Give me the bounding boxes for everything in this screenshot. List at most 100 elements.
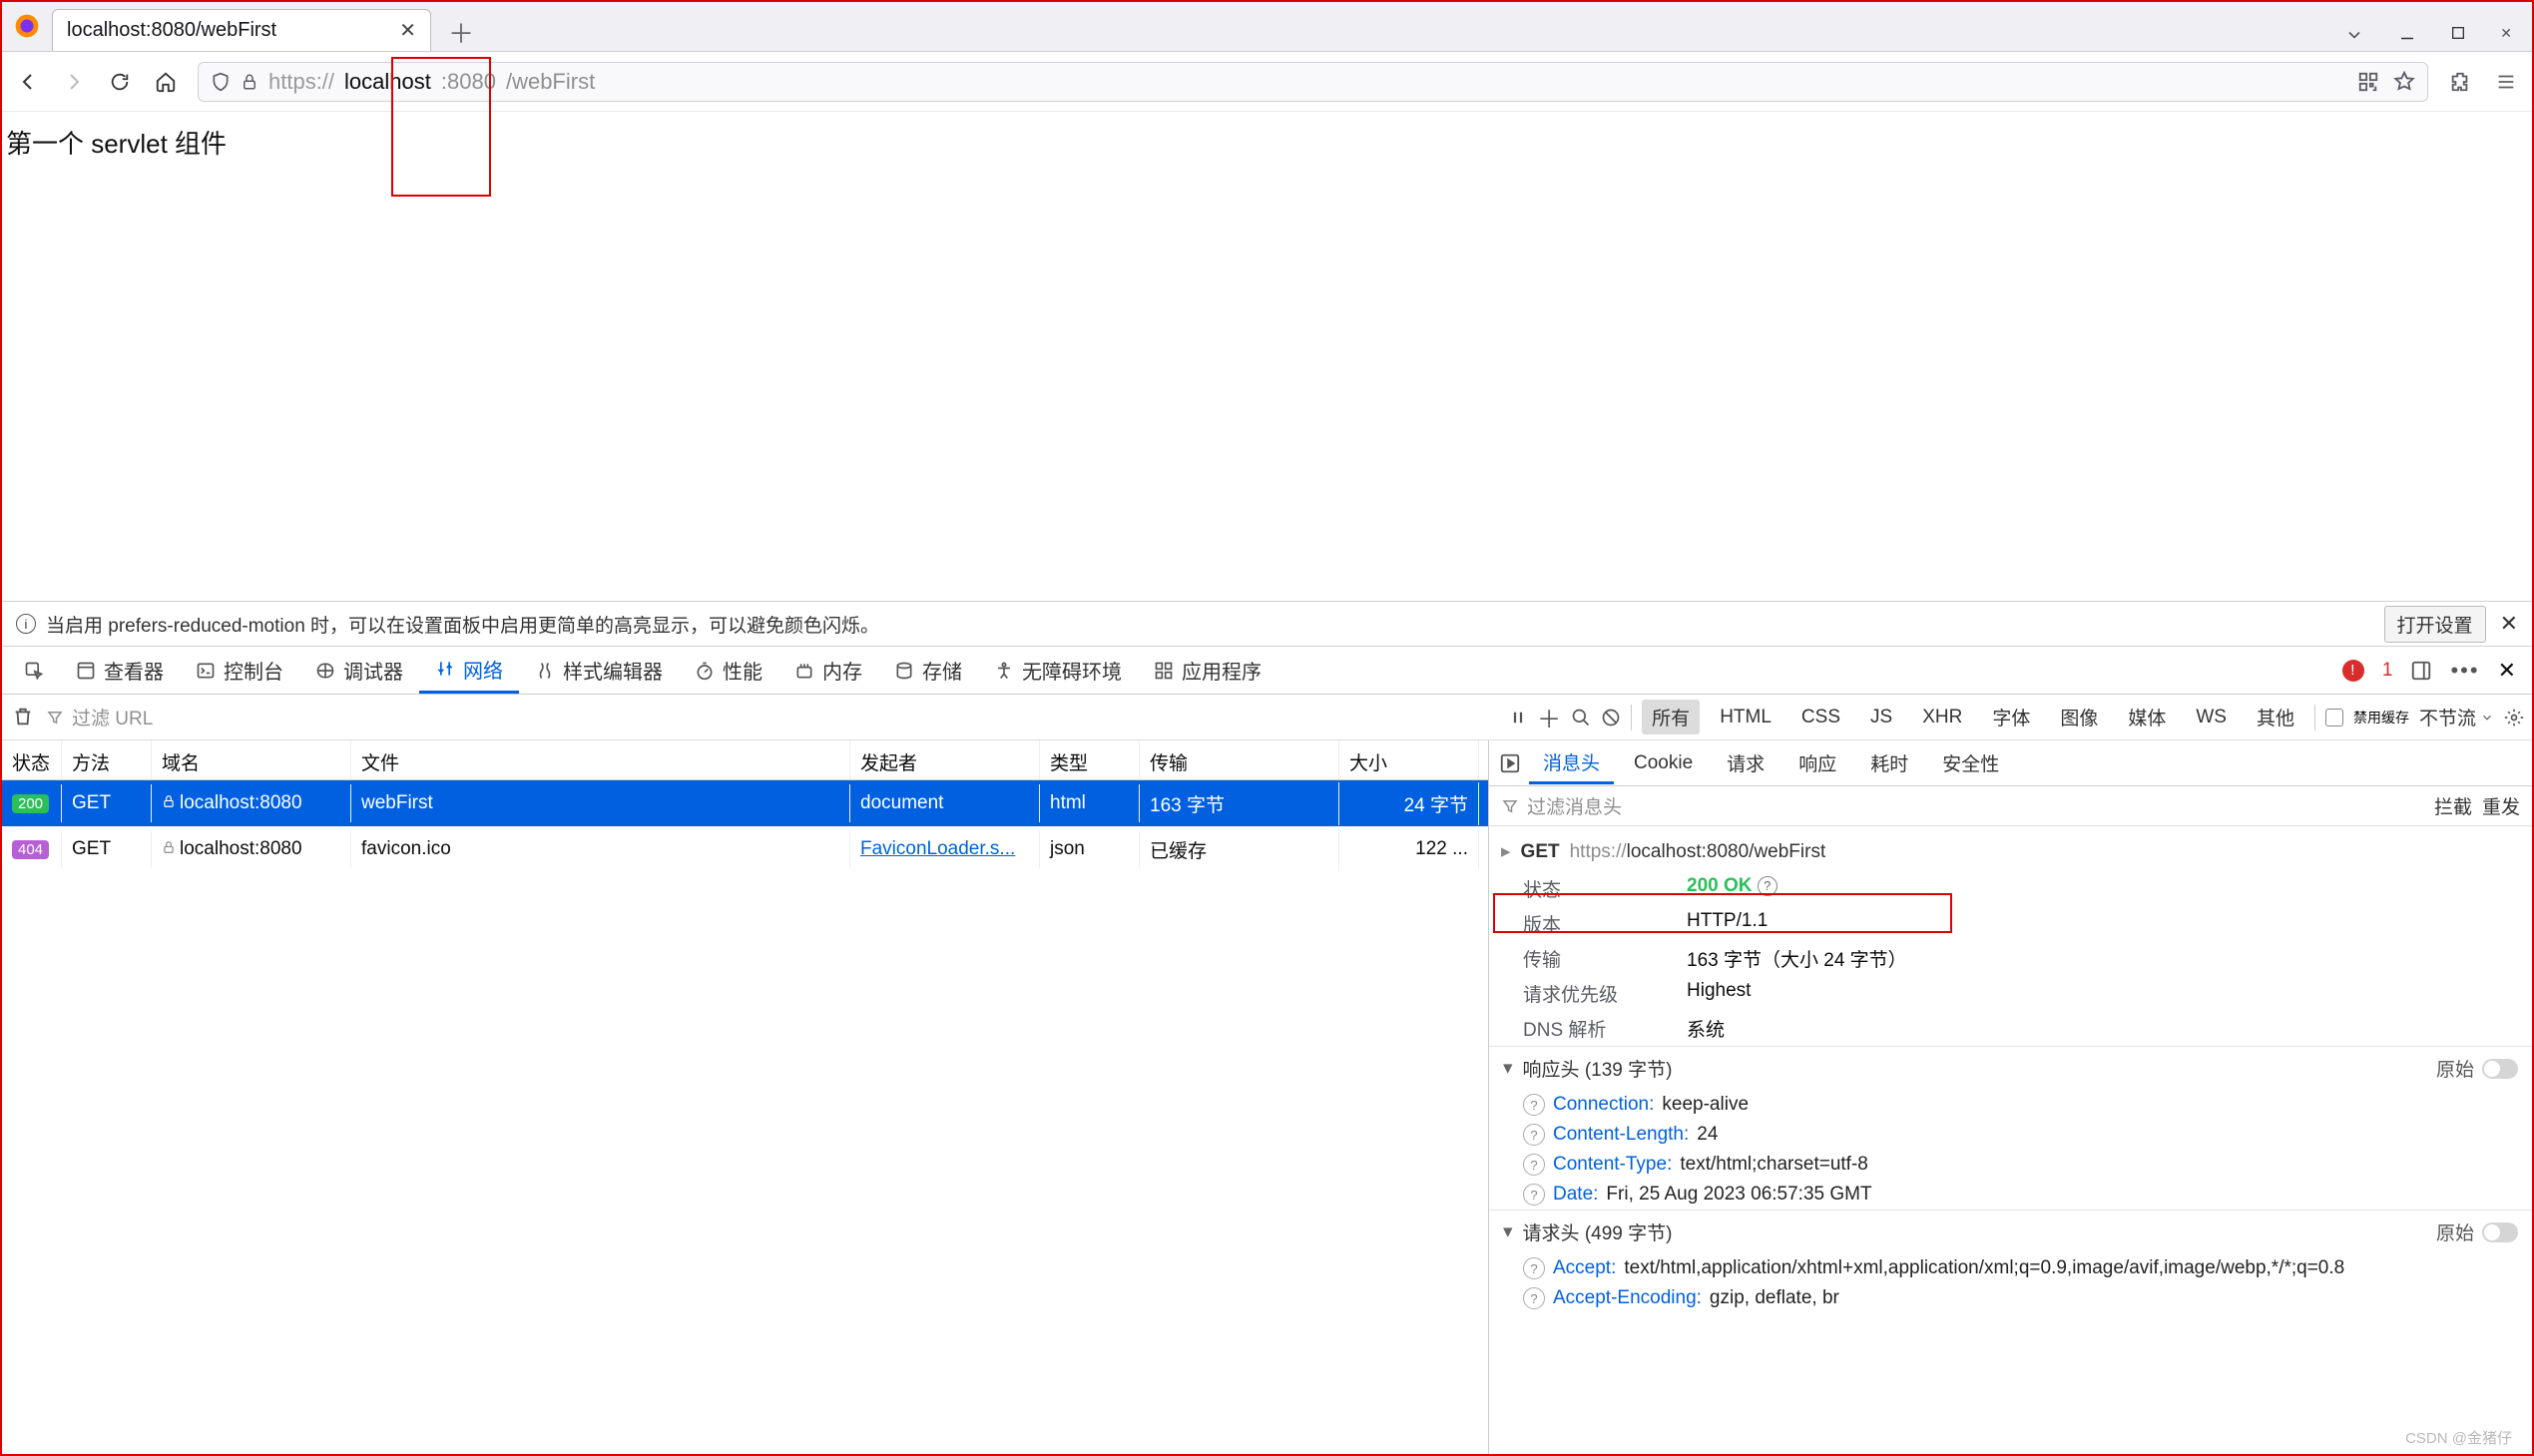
table-header: 状态 方法 域名 文件 发起者 类型 传输 大小 [2, 740, 1488, 780]
filter-other[interactable]: 其他 [2247, 700, 2304, 734]
bookmark-star-icon[interactable] [2393, 71, 2415, 93]
window-maximize-icon[interactable] [2450, 25, 2466, 45]
col-type[interactable]: 类型 [1040, 740, 1140, 779]
dtab-response[interactable]: 响应 [1784, 743, 1850, 782]
tab-storage[interactable]: 存储 [878, 647, 978, 694]
throttle-select[interactable]: 不节流 [2419, 704, 2494, 730]
filter-font[interactable]: 字体 [1982, 700, 2040, 734]
filter-url-input[interactable]: 过滤 URL [46, 704, 285, 730]
browser-tab[interactable]: localhost:8080/webFirst ✕ [52, 9, 431, 51]
add-icon[interactable]: ＋ [1537, 700, 1561, 734]
window-close-icon[interactable]: ✕ [2500, 25, 2512, 45]
col-size[interactable]: 大小 [1339, 740, 1479, 779]
filter-css[interactable]: CSS [1791, 703, 1850, 732]
infobar-text: 当启用 prefers-reduced-motion 时，可以在设置面板中启用更… [46, 611, 879, 638]
raw-toggle-2[interactable] [2482, 1222, 2518, 1242]
dtab-headers[interactable]: 消息头 [1529, 742, 1614, 784]
filter-media[interactable]: 媒体 [2118, 700, 2176, 734]
info-icon: i [16, 614, 36, 634]
col-status[interactable]: 状态 [2, 740, 62, 779]
col-domain[interactable]: 域名 [152, 740, 351, 779]
devtools-more-icon[interactable]: ••• [2450, 658, 2479, 684]
disable-cache-label: 禁用缓存 [2353, 708, 2409, 728]
resend-icon[interactable] [1499, 752, 1523, 774]
tab-debugger[interactable]: 调试器 [299, 647, 419, 694]
col-initiator[interactable]: 发起者 [850, 740, 1040, 779]
filter-image[interactable]: 图像 [2050, 700, 2108, 734]
tab-accessibility[interactable]: 无障碍环境 [978, 647, 1138, 694]
request-headers-group[interactable]: ▾请求头 (499 字节)原始 [1489, 1210, 2532, 1253]
devtools-close-icon[interactable]: ✕ [2498, 658, 2516, 684]
tab-title: localhost:8080/webFirst [67, 19, 276, 42]
list-tabs-icon[interactable] [2344, 25, 2364, 45]
address-bar[interactable]: https://localhost:8080/webFirst [198, 62, 2428, 102]
shield-icon[interactable] [211, 72, 231, 92]
error-badge[interactable]: ! [2342, 660, 2364, 682]
block-icon[interactable] [1601, 708, 1621, 728]
url-path: /webFirst [506, 69, 595, 95]
response-header-line: ?Content-Type:text/html;charset=utf-8 [1489, 1150, 2532, 1180]
new-tab-button[interactable]: ＋ [441, 14, 481, 51]
details-filter[interactable]: 过滤消息头 拦截重发 [1489, 786, 2532, 826]
filter-html[interactable]: HTML [1710, 703, 1781, 732]
table-row[interactable]: 200GETlocalhost:8080webFirstdocumenthtml… [2, 780, 1488, 826]
open-settings-button[interactable]: 打开设置 [2384, 606, 2486, 643]
window-minimize-icon[interactable] [2398, 25, 2416, 45]
search-icon[interactable] [1571, 708, 1591, 728]
filter-xhr[interactable]: XHR [1912, 703, 1972, 732]
col-transfer[interactable]: 传输 [1140, 740, 1339, 779]
tab-inspector[interactable]: 查看器 [60, 647, 180, 694]
reload-icon[interactable] [106, 68, 134, 96]
browser-tabstrip: localhost:8080/webFirst ✕ ＋ ✕ [2, 2, 2532, 52]
app-menu-icon[interactable] [2492, 68, 2520, 96]
nav-forward-icon [60, 68, 88, 96]
request-header-line: ?Accept-Encoding:gzip, deflate, br [1489, 1283, 2532, 1313]
tab-memory[interactable]: 内存 [778, 647, 878, 694]
dtab-request[interactable]: 请求 [1713, 743, 1778, 782]
netbar-settings-icon[interactable] [2504, 708, 2524, 728]
page-content: 第一个 servlet 组件 [2, 112, 2532, 173]
home-icon[interactable] [152, 68, 180, 96]
dtab-timing[interactable]: 耗时 [1856, 743, 1922, 782]
raw-toggle[interactable] [2482, 1059, 2518, 1079]
browser-toolbar: https://localhost:8080/webFirst [2, 52, 2532, 112]
dtab-security[interactable]: 安全性 [1928, 743, 2013, 782]
dock-side-icon[interactable] [2410, 660, 2432, 682]
devtools-toolbar: 查看器 控制台 调试器 网络 样式编辑器 性能 内存 存储 无障碍环境 应用程序… [2, 647, 2532, 695]
tab-performance[interactable]: 性能 [679, 647, 778, 694]
dtab-cookie[interactable]: Cookie [1620, 746, 1707, 780]
infobar-close-icon[interactable]: ✕ [2500, 611, 2518, 637]
response-header-line: ?Connection:keep-alive [1489, 1090, 2532, 1120]
extensions-icon[interactable] [2446, 68, 2474, 96]
table-row[interactable]: 404GETlocalhost:8080favicon.icoFaviconLo… [2, 826, 1488, 872]
tab-network[interactable]: 网络 [419, 647, 519, 694]
block-link[interactable]: 拦截 [2434, 792, 2472, 819]
url-protocol: https:// [268, 69, 334, 95]
error-count: 1 [2382, 660, 2393, 682]
tab-console[interactable]: 控制台 [180, 647, 299, 694]
request-line[interactable]: ▸ GET https://localhost:8080/webFirst [1489, 832, 2532, 871]
filter-js[interactable]: JS [1860, 703, 1902, 732]
filter-ws[interactable]: WS [2186, 703, 2237, 732]
nav-back-icon[interactable] [14, 68, 42, 96]
response-header-line: ?Date:Fri, 25 Aug 2023 06:57:35 GMT [1489, 1180, 2532, 1210]
col-file[interactable]: 文件 [351, 740, 850, 779]
response-headers-group[interactable]: ▾响应头 (139 字节)原始 [1489, 1046, 2532, 1090]
tab-style[interactable]: 样式编辑器 [519, 647, 679, 694]
clear-icon[interactable] [12, 706, 36, 729]
lock-icon[interactable] [241, 73, 258, 91]
resend-link[interactable]: 重发 [2482, 792, 2520, 819]
element-picker-icon[interactable] [8, 647, 60, 694]
tab-application[interactable]: 应用程序 [1138, 647, 1277, 694]
network-table: 状态 方法 域名 文件 发起者 类型 传输 大小 200GETlocalhost… [2, 740, 1489, 1454]
response-header-line: ?Content-Length:24 [1489, 1120, 2532, 1150]
filter-all[interactable]: 所有 [1642, 700, 1700, 734]
col-method[interactable]: 方法 [62, 740, 152, 779]
network-subbar: 过滤 URL ＋ 所有 HTML CSS JS XHR 字体 图像 媒体 WS … [2, 695, 2532, 740]
pause-icon[interactable] [1509, 709, 1527, 727]
disable-cache-checkbox[interactable] [2325, 709, 2343, 727]
qr-icon[interactable] [2357, 71, 2379, 93]
tab-close-icon[interactable]: ✕ [399, 18, 416, 43]
page-body-text: 第一个 servlet 组件 [6, 129, 227, 159]
url-port: :8080 [441, 69, 496, 95]
